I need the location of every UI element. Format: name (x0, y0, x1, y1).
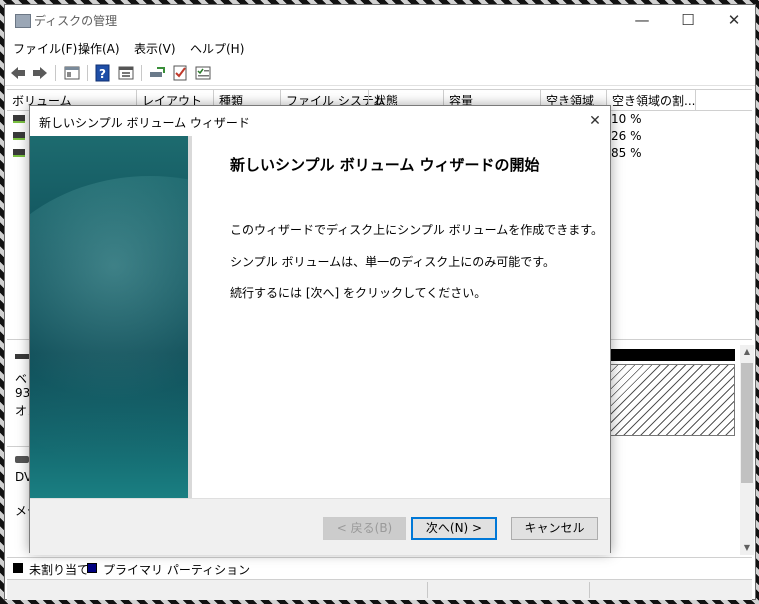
volume-icon (13, 132, 25, 140)
column-divider[interactable] (695, 90, 696, 110)
next-button[interactable]: 次へ(N) > (411, 517, 497, 540)
wizard-note: シンプル ボリュームは、単一のディスク上にのみ可能です。 (230, 255, 556, 269)
connect-drive-icon[interactable] (148, 64, 166, 82)
close-button[interactable]: ✕ (711, 5, 757, 36)
forward-arrow-icon[interactable] (31, 64, 49, 82)
window-title: ディスクの管理 (34, 14, 118, 28)
toolbar: ? (5, 61, 755, 86)
volume-free-percent: 10 % (611, 112, 642, 126)
scroll-thumb[interactable] (741, 363, 753, 483)
wizard-heading: 新しいシンプル ボリューム ウィザードの開始 (230, 156, 540, 174)
checklist-icon[interactable] (171, 64, 189, 82)
cancel-button[interactable]: キャンセル (511, 517, 598, 540)
menu-help[interactable]: ヘルプ(H) (190, 40, 244, 57)
dialog-title: 新しいシンプル ボリューム ウィザード (39, 116, 250, 130)
unallocated-header-bar (609, 349, 735, 361)
back-button[interactable]: < 戻る(B) (323, 517, 406, 540)
wizard-instruction: 続行するには [次へ] をクリックしてください。 (230, 286, 487, 300)
legend-primary-partition: プライマリ パーティション (103, 563, 251, 577)
column-free-percent[interactable]: 空き領域の割... (612, 92, 695, 109)
minimize-button[interactable]: — (619, 5, 665, 36)
maximize-button[interactable]: ☐ (665, 5, 711, 36)
list-view-icon[interactable] (194, 64, 212, 82)
legend-bar: 未割り当て プライマリ パーティション (7, 557, 752, 578)
toolbar-separator (141, 65, 142, 81)
menu-view[interactable]: 表示(V) (134, 40, 176, 57)
wizard-banner-image (30, 136, 188, 498)
help-icon[interactable]: ? (94, 64, 112, 82)
menu-file[interactable]: ファイル(F) (13, 40, 77, 57)
dialog-body: 新しいシンプル ボリューム ウィザードの開始 このウィザードでディスク上にシンプ… (30, 136, 610, 498)
status-divider (427, 582, 428, 598)
primary-partition-swatch (87, 563, 97, 573)
banner-divider (188, 136, 192, 498)
dialog-title-bar: 新しいシンプル ボリューム ウィザード ✕ (30, 106, 610, 136)
wizard-description: このウィザードでディスク上にシンプル ボリュームを作成できます。 (230, 223, 604, 237)
unallocated-swatch (13, 563, 23, 573)
title-bar: ディスクの管理 — ☐ ✕ (5, 5, 755, 36)
volume-icon (13, 115, 25, 123)
status-divider (589, 582, 590, 598)
banner-arc (30, 176, 188, 476)
properties-icon[interactable] (117, 64, 135, 82)
disk-label: ベ (15, 372, 28, 386)
dvd-drive-icon (15, 456, 29, 463)
unallocated-partition[interactable] (609, 364, 735, 436)
new-simple-volume-wizard: 新しいシンプル ボリューム ウィザード ✕ 新しいシンプル ボリューム ウィザー… (29, 105, 611, 555)
dialog-close-icon[interactable]: ✕ (580, 106, 610, 136)
scroll-up-icon[interactable]: ▲ (740, 345, 754, 359)
volume-free-percent: 85 % (611, 146, 642, 160)
menu-action[interactable]: 操作(A) (78, 40, 120, 57)
console-tree-icon[interactable] (63, 64, 81, 82)
menu-bar: ファイル(F) 操作(A) 表示(V) ヘルプ(H) (5, 37, 755, 59)
toolbar-separator (87, 65, 88, 81)
disk-size: 93 (15, 386, 31, 400)
scroll-down-icon[interactable]: ▼ (740, 541, 754, 555)
volume-icon (13, 149, 25, 157)
volume-free-percent: 26 % (611, 129, 642, 143)
status-bar (7, 579, 752, 600)
disk-icon (15, 354, 29, 359)
legend-unallocated: 未割り当て (29, 563, 90, 577)
dialog-footer: < 戻る(B) 次へ(N) > キャンセル (30, 498, 610, 555)
back-arrow-icon[interactable] (9, 64, 27, 82)
disk-management-icon (15, 14, 31, 28)
svg-text:?: ? (99, 67, 106, 81)
toolbar-separator (55, 65, 56, 81)
vertical-scrollbar[interactable]: ▲ ▼ (740, 345, 754, 555)
